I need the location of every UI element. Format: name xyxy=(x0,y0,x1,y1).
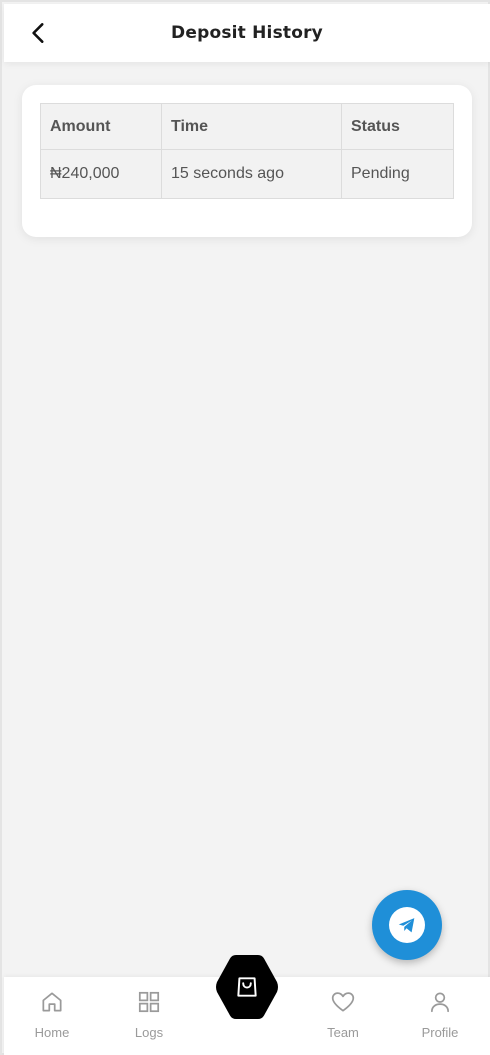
cell-amount: ₦240,000 xyxy=(40,149,162,199)
telegram-icon-circle xyxy=(389,907,425,943)
nav-item-logs[interactable]: Logs xyxy=(114,989,184,1045)
back-button[interactable] xyxy=(26,20,52,46)
top-bar: Deposit History xyxy=(4,4,490,62)
shopping-bag-icon xyxy=(237,977,257,997)
deposit-history-card: Amount Time Status ₦240,000 15 seconds a… xyxy=(22,85,472,237)
column-header-status: Status xyxy=(341,103,454,150)
nav-label-profile: Profile xyxy=(421,1025,459,1040)
table-row: ₦240,000 15 seconds ago Pending xyxy=(40,149,454,199)
nav-label-home: Home xyxy=(34,1025,70,1040)
nav-item-profile[interactable]: Profile xyxy=(405,989,475,1045)
nav-label-team: Team xyxy=(327,1025,359,1040)
column-header-time: Time xyxy=(161,103,342,150)
telegram-icon xyxy=(398,918,415,933)
table-header-row: Amount Time Status xyxy=(40,103,454,150)
heart-icon xyxy=(331,992,355,1012)
column-header-amount: Amount xyxy=(40,103,162,150)
nav-item-home[interactable]: Home xyxy=(17,989,87,1045)
deposit-table: Amount Time Status ₦240,000 15 seconds a… xyxy=(40,103,454,199)
nav-item-team[interactable]: Team xyxy=(308,989,378,1045)
app-frame: Deposit History Amount Time Status ₦240,… xyxy=(0,0,490,1055)
cell-time: 15 seconds ago xyxy=(161,149,342,199)
page-title: Deposit History xyxy=(171,23,323,43)
shop-button[interactable] xyxy=(214,953,280,1021)
user-icon xyxy=(431,992,449,1013)
grid-icon xyxy=(138,991,160,1013)
home-icon xyxy=(42,992,62,1012)
chevron-left-icon xyxy=(32,23,44,43)
telegram-button[interactable] xyxy=(372,890,442,960)
status-badge: Pending xyxy=(341,149,454,199)
nav-label-logs: Logs xyxy=(134,1025,164,1040)
